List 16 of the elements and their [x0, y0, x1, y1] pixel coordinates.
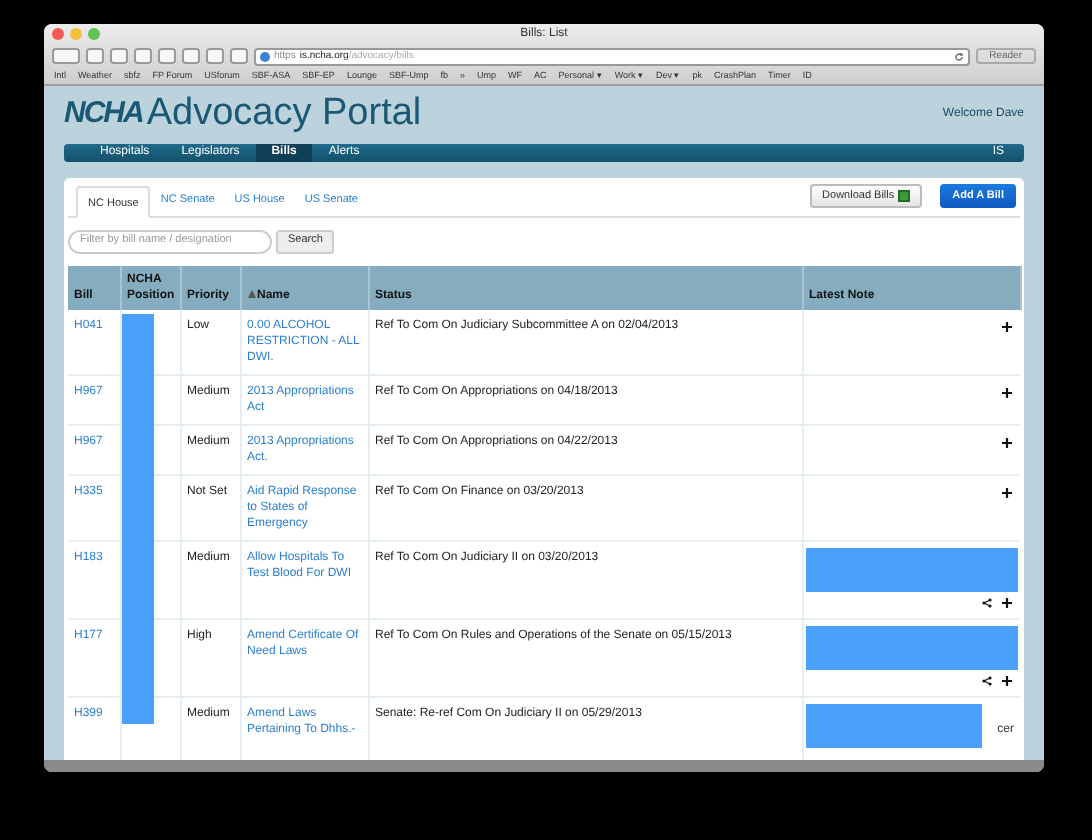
plus-icon[interactable]	[1002, 321, 1012, 331]
globe-icon	[260, 51, 270, 62]
reload-icon[interactable]	[953, 51, 964, 62]
plus-icon[interactable]	[1002, 597, 1012, 607]
plus-icon[interactable]	[1002, 387, 1012, 397]
zoom-button[interactable]	[88, 28, 100, 41]
logo: NCHA	[64, 94, 143, 134]
portal-title: Advocacy Portal	[146, 90, 422, 138]
minimize-button[interactable]	[70, 28, 82, 41]
close-button[interactable]	[52, 28, 64, 41]
plus-icon[interactable]	[1002, 675, 1012, 685]
plus-icon[interactable]	[1002, 487, 1012, 497]
share-icon[interactable]	[982, 597, 992, 607]
spreadsheet-icon	[898, 190, 911, 202]
plus-icon[interactable]	[1002, 437, 1012, 447]
share-icon[interactable]	[982, 675, 992, 685]
